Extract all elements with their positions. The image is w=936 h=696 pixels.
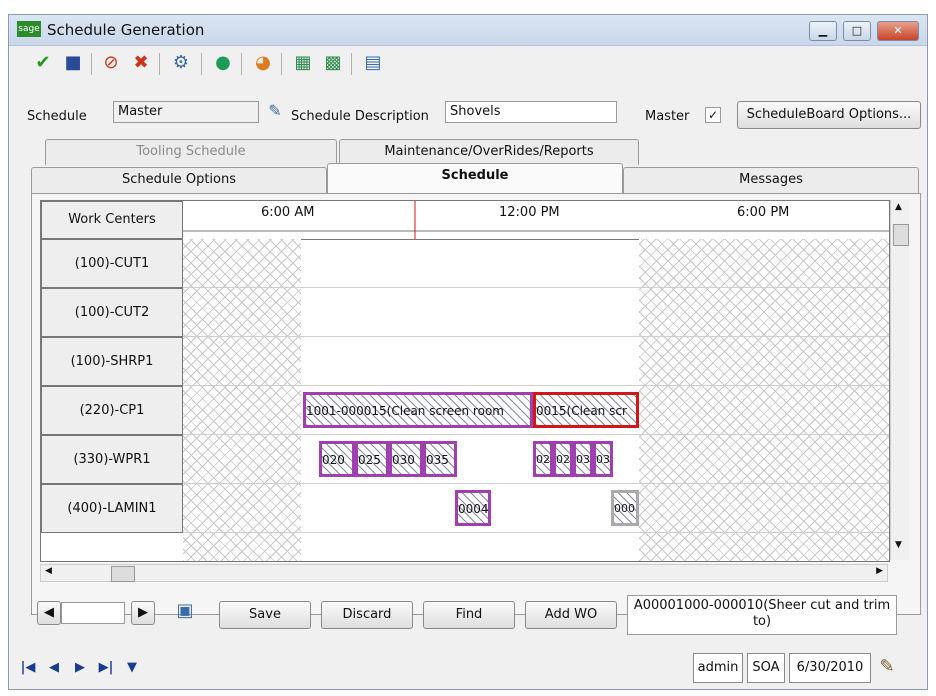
work-center-cut1[interactable]: (100)-CUT1: [41, 239, 183, 288]
toolbar-separator: [201, 53, 202, 75]
row-divider: [183, 287, 889, 288]
job-bar[interactable]: 000: [611, 490, 639, 526]
status-date: 6/30/2010: [789, 653, 871, 683]
job-bar[interactable]: 020: [319, 441, 355, 477]
description-label: Schedule Description: [291, 109, 429, 124]
status-user: admin: [693, 653, 743, 683]
maximize-button[interactable]: □: [843, 21, 871, 41]
chart-icon[interactable]: ◕: [251, 51, 275, 75]
horizontal-scrollbar[interactable]: ◀ ▶: [40, 564, 888, 582]
work-center-wpr1[interactable]: (330)-WPR1: [41, 435, 183, 484]
schedule-panel: Work Centers 6:00 AM 12:00 PM 6:00 PM (1…: [31, 193, 921, 615]
last-record-icon[interactable]: ▶|: [95, 657, 117, 679]
help-icon[interactable]: ●: [211, 51, 235, 75]
delete-icon[interactable]: ✖: [129, 51, 153, 75]
row-divider: [183, 483, 889, 484]
job-bar[interactable]: 035: [423, 441, 457, 477]
schedule-label: Schedule: [27, 109, 87, 124]
tab-schedule-options[interactable]: Schedule Options: [31, 167, 327, 193]
lookup-icon[interactable]: ✎: [263, 99, 287, 123]
close-window-button[interactable]: ✕: [877, 21, 919, 41]
next-period-button[interactable]: ▶: [131, 601, 155, 625]
cancel-icon[interactable]: ⊘: [99, 51, 123, 75]
tab-messages[interactable]: Messages: [623, 167, 919, 193]
vertical-scrollbar[interactable]: ▲ ▼: [890, 200, 909, 560]
schedule-board: Work Centers 6:00 AM 12:00 PM 6:00 PM (1…: [40, 200, 890, 562]
job-bar[interactable]: 035: [593, 441, 613, 477]
job-bar[interactable]: 030: [389, 441, 423, 477]
schedule-generation-window: sage Schedule Generation ▁ □ ✕ ✔ ■ ⊘ ✖ ⚙…: [8, 14, 928, 690]
window-title: Schedule Generation: [47, 21, 205, 39]
report-icon[interactable]: ▤: [361, 51, 385, 75]
job-bar[interactable]: 030: [573, 441, 593, 477]
scheduleboard-options-button[interactable]: ScheduleBoard Options...: [737, 101, 921, 129]
add-wo-button[interactable]: Add WO: [525, 601, 617, 629]
period-input[interactable]: [61, 602, 125, 624]
minimize-button[interactable]: ▁: [809, 21, 837, 41]
scroll-right-icon[interactable]: ▶: [876, 566, 883, 576]
next-record-icon[interactable]: ▶: [69, 657, 91, 679]
toolbar: ✔ ■ ⊘ ✖ ⚙ ● ◕ ▦ ▩ ▤: [9, 47, 927, 81]
job-bar[interactable]: 0004: [455, 490, 491, 526]
status-bar: |◀ ◀ ▶ ▶| ▼ admin SOA 6/30/2010 ✎: [9, 649, 927, 689]
prev-period-button[interactable]: ◀: [37, 601, 61, 625]
title-bar: sage Schedule Generation ▁ □ ✕: [9, 15, 927, 46]
row-divider: [183, 434, 889, 435]
row-divider: [183, 385, 889, 386]
save-disk-icon[interactable]: ■: [61, 51, 85, 75]
time-label: 6:00 PM: [737, 205, 790, 220]
discard-button[interactable]: Discard: [321, 601, 413, 629]
schedule-icon[interactable]: ▦: [291, 51, 315, 75]
tab-schedule[interactable]: Schedule: [327, 163, 623, 193]
work-center-cp1[interactable]: (220)-CP1: [41, 386, 183, 435]
filter-icon[interactable]: ▼: [121, 657, 143, 679]
toolbar-separator: [351, 53, 352, 75]
accept-icon[interactable]: ✔: [31, 51, 55, 75]
notes-icon[interactable]: ✎: [875, 655, 899, 679]
horizontal-scroll-thumb[interactable]: [111, 566, 135, 582]
previous-record-icon[interactable]: ◀: [43, 657, 65, 679]
work-center-shrp1[interactable]: (100)-SHRP1: [41, 337, 183, 386]
unschedule-icon[interactable]: ▩: [321, 51, 345, 75]
status-company: SOA: [747, 653, 785, 683]
calendar-icon[interactable]: ▣: [173, 599, 197, 623]
timeline-header: 6:00 AM 12:00 PM 6:00 PM: [183, 201, 889, 240]
job-bar[interactable]: 020: [533, 441, 553, 477]
job-bar[interactable]: 025: [355, 441, 389, 477]
vertical-scroll-thumb[interactable]: [893, 224, 909, 246]
description-field[interactable]: Shovels: [445, 101, 617, 123]
tab-maintenance-overrides-reports[interactable]: Maintenance/OverRides/Reports: [339, 139, 639, 165]
work-centers-header: Work Centers: [41, 201, 183, 239]
schedule-field[interactable]: Master: [113, 101, 259, 123]
selected-job-info: A00001000-000010(Sheer cut and trim to): [627, 595, 897, 635]
tab-tooling-schedule: Tooling Schedule: [45, 139, 337, 165]
job-bar[interactable]: 025: [553, 441, 573, 477]
scroll-up-icon[interactable]: ▲: [895, 202, 902, 212]
job-bar[interactable]: 1001-000015(Clean screen room: [303, 392, 533, 428]
sage-logo: sage: [17, 21, 41, 37]
first-record-icon[interactable]: |◀: [17, 657, 39, 679]
save-button[interactable]: Save: [219, 601, 311, 629]
toolbar-separator: [241, 53, 242, 75]
toolbar-separator: [91, 53, 92, 75]
row-divider: [183, 336, 889, 337]
work-center-cut2[interactable]: (100)-CUT2: [41, 288, 183, 337]
properties-icon[interactable]: ⚙: [169, 51, 193, 75]
scroll-left-icon[interactable]: ◀: [45, 566, 52, 576]
find-button[interactable]: Find: [423, 601, 515, 629]
toolbar-separator: [281, 53, 282, 75]
time-label: 6:00 AM: [261, 205, 315, 220]
scroll-down-icon[interactable]: ▼: [895, 540, 902, 550]
master-label: Master: [645, 109, 690, 124]
work-center-lamin1[interactable]: (400)-LAMIN1: [41, 484, 183, 533]
toolbar-separator: [159, 53, 160, 75]
master-checkbox[interactable]: ✓: [705, 107, 721, 123]
time-label: 12:00 PM: [499, 205, 560, 220]
row-divider: [183, 532, 889, 533]
job-bar-selected[interactable]: 0015(Clean scr: [533, 392, 639, 428]
